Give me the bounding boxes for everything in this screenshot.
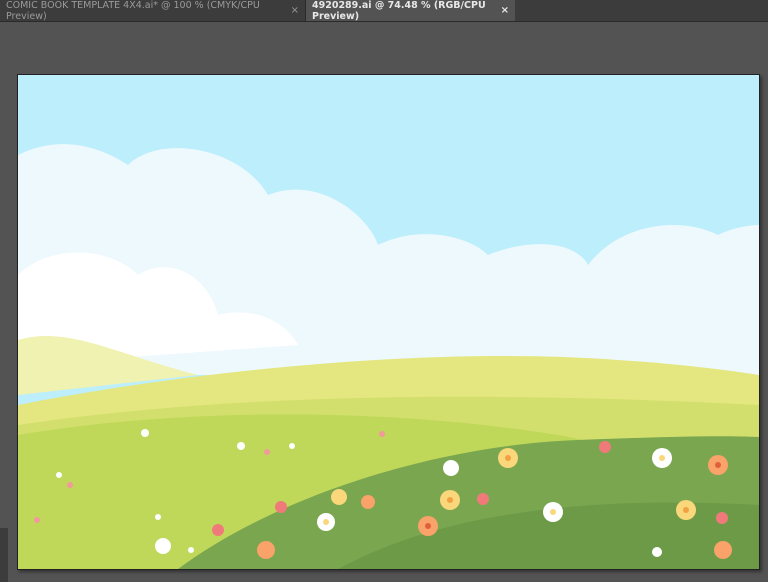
tab-label: COMIC BOOK TEMPLATE 4X4.ai* @ 100 % (CMY… bbox=[6, 0, 260, 22]
artboard-meadow-illustration bbox=[17, 74, 760, 570]
tab-comic-book-template[interactable]: COMIC BOOK TEMPLATE 4X4.ai* @ 100 % (CMY… bbox=[0, 0, 306, 22]
meadow-illustration bbox=[18, 75, 759, 569]
close-icon[interactable]: × bbox=[291, 5, 299, 16]
close-icon[interactable]: × bbox=[501, 5, 509, 16]
tab-4920289[interactable]: 4920289.ai @ 74.48 % (RGB/CPU Preview) × bbox=[306, 0, 515, 22]
collapsed-panel[interactable] bbox=[0, 528, 8, 582]
document-tab-bar: COMIC BOOK TEMPLATE 4X4.ai* @ 100 % (CMY… bbox=[0, 0, 768, 22]
tab-label: 4920289.ai @ 74.48 % (RGB/CPU Preview) bbox=[312, 0, 486, 22]
